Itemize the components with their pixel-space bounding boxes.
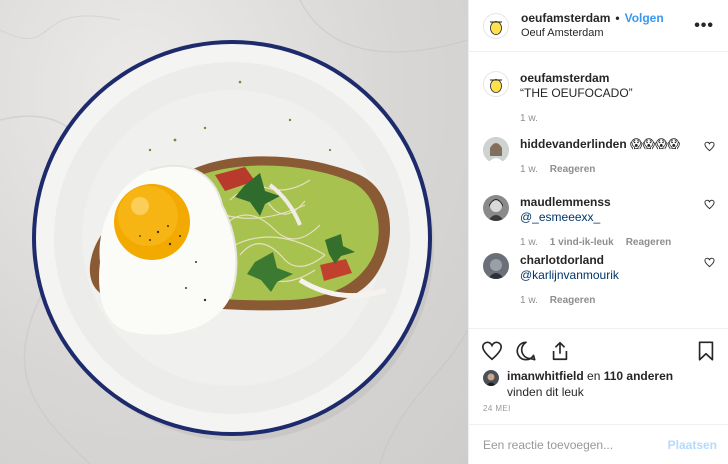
more-options-icon[interactable]: ••• [692,17,716,35]
likes-others-link[interactable]: 110 anderen [604,369,673,383]
person-avatar-icon [483,137,509,163]
oeuf-logo-icon [490,20,502,35]
comment-likes-count[interactable]: 1 vind-ik-leuk [550,235,614,250]
comment-like-heart-icon[interactable] [704,257,715,268]
post-side-panel: oeufamsterdam • Volgen Oeuf Amsterdam ••… [468,0,728,464]
reply-button[interactable]: Reageren [626,235,672,250]
comments-list[interactable]: oeufamsterdam “THE OEUFOCADO” 1 w. hidde… [469,53,728,328]
comment-username[interactable]: hiddevanderlinden [520,137,627,151]
comment-mention[interactable]: @karlijnvanmourik [520,268,619,282]
person-avatar-icon [483,370,499,386]
reply-button[interactable]: Reageren [550,162,596,177]
account-username[interactable]: oeufamsterdam [521,11,610,26]
caption-avatar[interactable] [483,71,509,97]
commenter-avatar[interactable] [483,137,509,163]
add-comment-input[interactable]: Een reactie toevoegen... [483,438,668,452]
likes-connector: en [587,369,601,383]
caption-username[interactable]: oeufamsterdam [520,71,609,85]
likes-suffix: vinden dit leuk [507,385,584,399]
comment-like-heart-icon[interactable] [704,141,715,152]
separator-dot: • [615,10,620,25]
person-avatar-icon [483,253,509,279]
post-header: oeufamsterdam • Volgen Oeuf Amsterdam ••… [469,0,728,52]
profile-avatar[interactable] [483,12,509,39]
comment-mention[interactable]: @_esmeeexx_ [520,210,600,224]
comment-time[interactable]: 1 w. [520,293,538,308]
share-icon[interactable] [549,340,571,362]
comment-like-heart-icon[interactable] [704,199,715,210]
comment-username[interactable]: maudlemmenss [520,195,611,209]
comment-time[interactable]: 1 w. [520,235,538,250]
comment-username[interactable]: charlotdorland [520,253,604,267]
action-bar [469,328,728,372]
add-comment-bar: Een reactie toevoegen... Plaatsen [469,424,728,464]
caption-time[interactable]: 1 w. [520,111,538,126]
post-comment-button[interactable]: Plaatsen [668,438,717,452]
liker-username[interactable]: imanwhitfield [507,369,584,383]
reply-button[interactable]: Reageren [550,293,596,308]
caption-text: “THE OEUFOCADO” [520,86,633,100]
person-avatar-icon [483,195,509,221]
instagram-post-view: oeufamsterdam • Volgen Oeuf Amsterdam ••… [0,0,728,464]
comment-icon[interactable] [515,340,537,362]
liker-avatar[interactable] [483,370,499,386]
post-photo[interactable] [0,0,468,464]
commenter-avatar[interactable] [483,195,509,221]
comment-time[interactable]: 1 w. [520,162,538,177]
bookmark-icon[interactable] [695,340,717,362]
location-link[interactable]: Oeuf Amsterdam [521,26,692,41]
like-heart-icon[interactable] [481,340,503,362]
commenter-avatar[interactable] [483,253,509,279]
avocado-toast-photo [0,0,468,464]
post-date[interactable]: 24 MEI [483,404,511,413]
oeuf-logo-icon [490,79,502,93]
follow-button[interactable]: Volgen [625,11,664,26]
comment-text: 😱😱😱😱 [630,137,681,151]
